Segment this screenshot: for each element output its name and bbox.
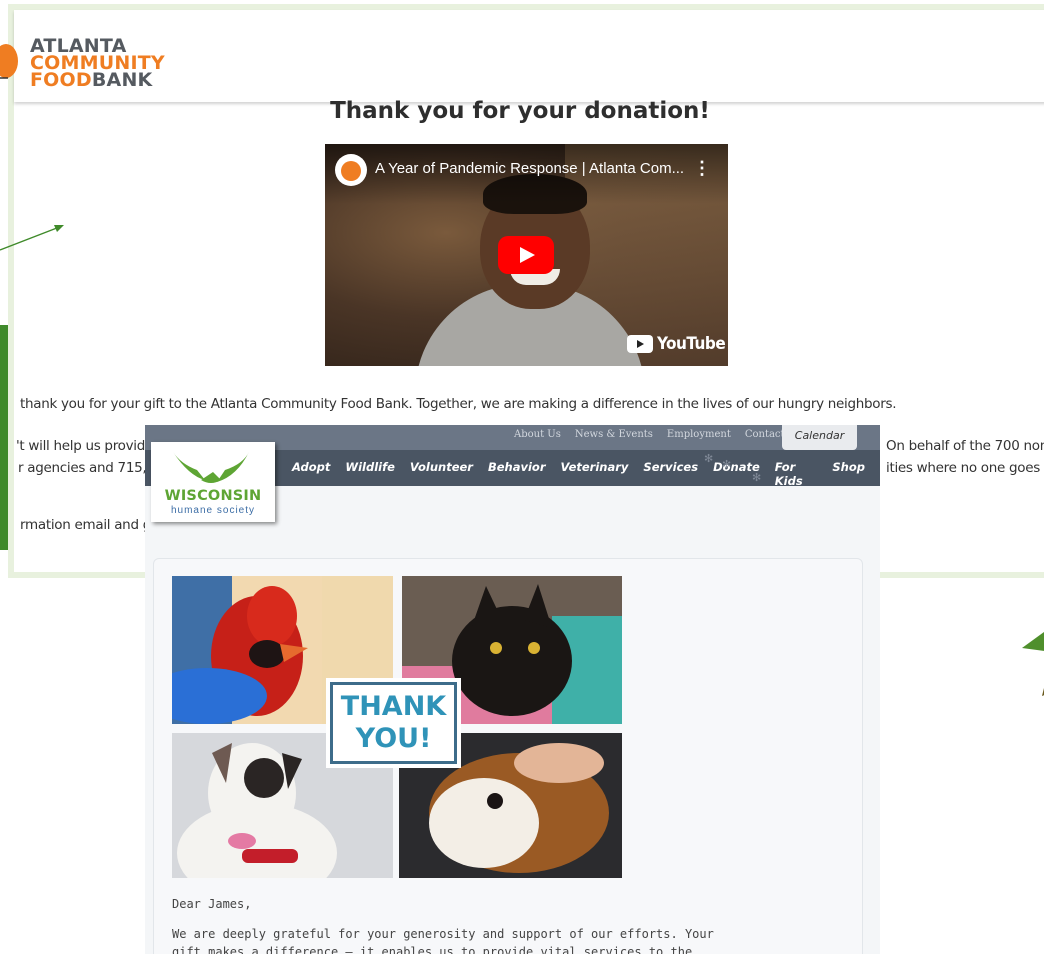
nav-adopt[interactable]: Adopt <box>292 460 330 488</box>
snowflake-icon: ✻ <box>704 453 714 465</box>
snowflake-icon: ✻ <box>722 459 732 471</box>
whs-logo-sub: humane society <box>170 505 256 516</box>
whs-logo-name: WISCONSIN <box>164 488 262 504</box>
snowflake-icon: ✻ <box>752 472 762 484</box>
top-link-about[interactable]: About Us <box>514 429 561 440</box>
agencies-text-fragment: r agencies and 715,0 <box>18 460 155 476</box>
thank-you-line2: YOU! <box>355 723 432 754</box>
channel-avatar-icon[interactable] <box>335 154 367 186</box>
youtube-logo[interactable]: YouTube <box>627 332 726 356</box>
youtube-video-player[interactable]: A Year of Pandemic Response | Atlanta Co… <box>325 144 728 366</box>
nav-wildlife[interactable]: Wildlife <box>345 460 395 488</box>
acfb-header: ATLANTA COMMUNITY FOODBANK <box>0 10 1044 102</box>
youtube-icon <box>627 335 653 353</box>
page-title: Thank you for your donation! <box>330 98 710 124</box>
thank-you-badge: THANK YOU! <box>326 678 461 768</box>
help-text-fragment: 't will help us provide <box>16 438 154 454</box>
video-title[interactable]: A Year of Pandemic Response | Atlanta Co… <box>375 160 684 177</box>
whs-top-links: About Us News & Events Employment Contac… <box>514 429 815 440</box>
green-arrow-icon <box>0 77 64 251</box>
play-button[interactable] <box>498 236 554 274</box>
greeting: Dear James, <box>172 897 252 911</box>
more-options-icon[interactable]: ⋮ <box>693 158 711 179</box>
body-line-1: We are deeply grateful for your generosi… <box>172 927 714 941</box>
nav-volunteer[interactable]: Volunteer <box>410 460 473 488</box>
top-link-news[interactable]: News & Events <box>575 429 653 440</box>
thanks-text: thank you for your gift to the Atlanta C… <box>20 396 897 412</box>
behalf-text-fragment: On behalf of the 700 non <box>886 438 1044 454</box>
calendar-button[interactable]: Calendar <box>782 425 857 450</box>
nav-for-kids[interactable]: For Kids <box>775 460 818 488</box>
green-side-bar <box>0 325 8 550</box>
whs-logo[interactable]: WISCONSIN humane society <box>151 442 275 522</box>
nav-services[interactable]: Services <box>643 460 698 488</box>
info-text-fragment: rmation email and gi <box>20 517 155 533</box>
nav-veterinary[interactable]: Veterinary <box>561 460 629 488</box>
body-line-2: gift makes a difference — it enables us … <box>172 945 693 954</box>
thank-you-line1: THANK <box>340 691 447 722</box>
leaf-icon <box>1022 592 1044 696</box>
whs-page: About Us News & Events Employment Contac… <box>145 425 880 954</box>
nav-behavior[interactable]: Behavior <box>488 460 546 488</box>
whs-logo-mark-icon <box>173 452 249 483</box>
nav-shop[interactable]: Shop <box>832 460 865 488</box>
cities-text-fragment: ities where no one goes hu <box>886 460 1044 476</box>
top-link-employment[interactable]: Employment <box>667 429 731 440</box>
